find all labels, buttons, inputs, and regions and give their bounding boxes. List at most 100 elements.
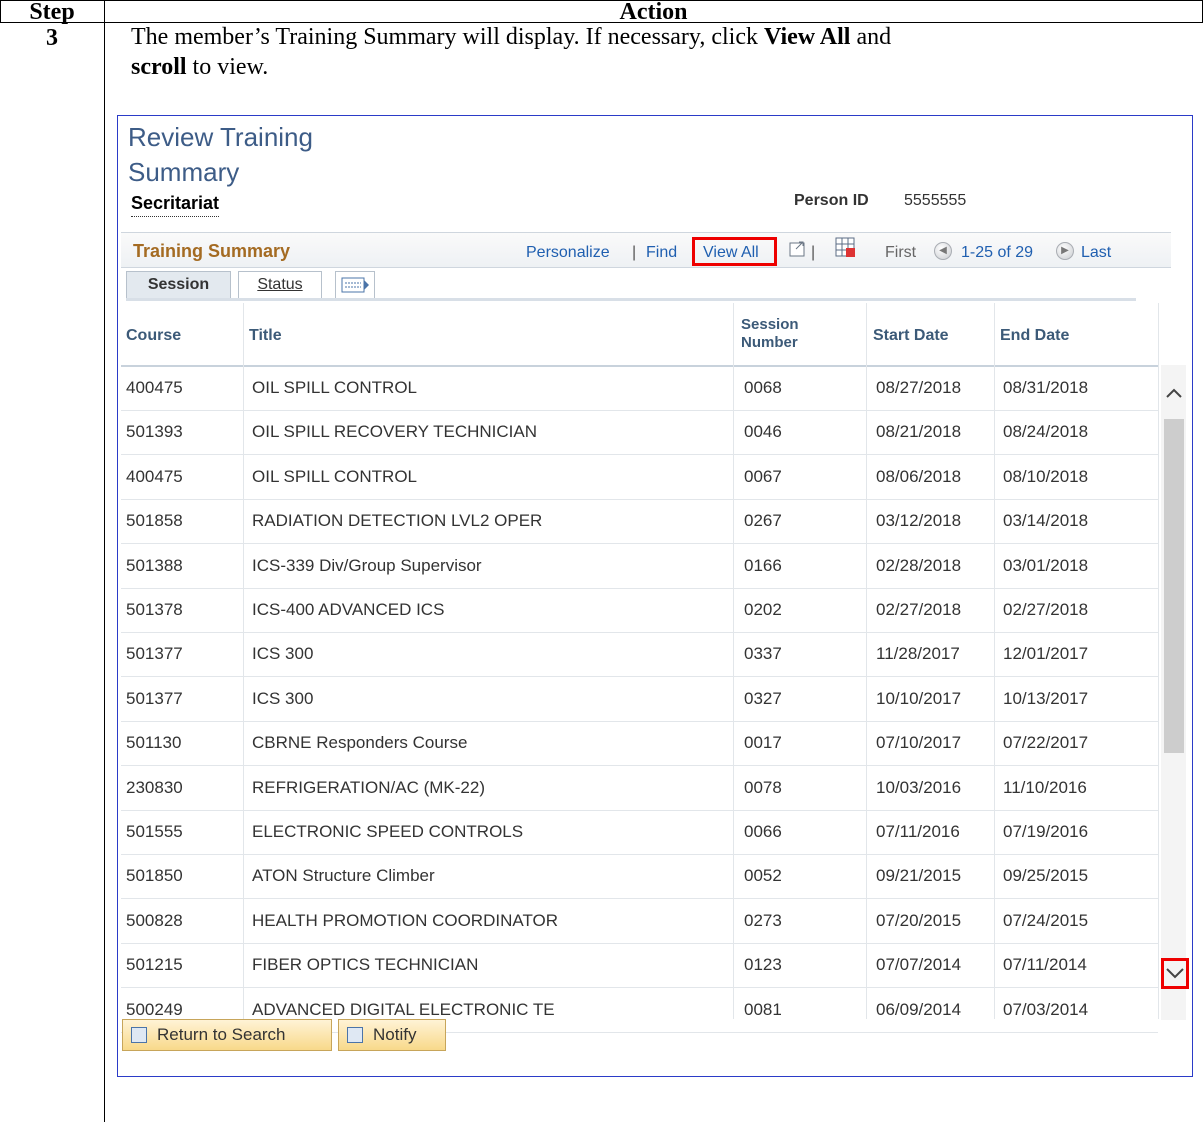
start-date-cell: 09/21/2015 bbox=[876, 866, 962, 886]
page-title-line1: Review Training bbox=[128, 122, 313, 152]
session-cell: 0067 bbox=[744, 466, 782, 486]
table-row: 400475 OIL SPILL CONTROL 0068 08/27/2018 08/… bbox=[121, 366, 1158, 411]
scroll-up-icon[interactable] bbox=[1165, 386, 1183, 400]
step-number: 3 bbox=[46, 25, 58, 51]
session-cell: 0166 bbox=[744, 555, 782, 575]
start-date-cell: 10/10/2017 bbox=[876, 688, 962, 708]
title-cell: ICS-400 ADVANCED ICS bbox=[252, 600, 445, 619]
table-row: 501130 CBRNE Responders Course 0017 07/10/2… bbox=[121, 721, 1158, 767]
notify-label: Notify bbox=[373, 1025, 417, 1044]
title-cell: OIL SPILL RECOVERY TECHNICIAN bbox=[252, 422, 537, 442]
column-end-date[interactable]: End Date bbox=[1000, 327, 1069, 345]
training-summary-screenshot: Review Training Summary Secritariat Perso… bbox=[117, 115, 1193, 1077]
end-date-cell: 07/24/2015 bbox=[1003, 910, 1089, 930]
start-date-cell: 07/10/2017 bbox=[876, 733, 962, 753]
session-cell: 0081 bbox=[744, 999, 782, 1019]
scrollbar-thumb[interactable] bbox=[1164, 419, 1184, 753]
column-session-number-line2: Number bbox=[741, 334, 798, 351]
course-cell: 501388 bbox=[126, 555, 183, 575]
start-date-cell: 07/11/2016 bbox=[876, 822, 960, 841]
title-cell: ICS 300 bbox=[252, 688, 314, 708]
tab-status-label: Status bbox=[257, 276, 303, 293]
person-id-label: Person ID bbox=[794, 192, 869, 209]
title-cell: OIL SPILL CONTROL bbox=[252, 466, 418, 486]
table-row: 501850 ATON Structure Climber 0052 09/21/20… bbox=[121, 854, 1158, 900]
session-cell: 0123 bbox=[744, 955, 782, 975]
end-date-cell: 07/22/2017 bbox=[1003, 733, 1089, 753]
search-icon bbox=[131, 1027, 147, 1043]
end-date-cell: 02/27/2018 bbox=[1003, 600, 1089, 619]
session-cell: 0267 bbox=[744, 511, 782, 531]
previous-icon[interactable]: ◀ bbox=[934, 242, 952, 260]
table-row: 501858 RADIATION DETECTION LVL2 OPER 0267 0… bbox=[121, 499, 1158, 545]
instruction-text: The member’s Training Summary will displ… bbox=[131, 22, 1191, 82]
session-cell: 0066 bbox=[744, 822, 782, 841]
person-name: Secritariat bbox=[131, 193, 220, 217]
last-link[interactable]: Last bbox=[1081, 244, 1111, 262]
download-icon[interactable] bbox=[835, 237, 857, 259]
start-date-cell: 02/28/2018 bbox=[876, 555, 962, 575]
column-course[interactable]: Course bbox=[126, 327, 181, 345]
person-id-value: 5555555 bbox=[904, 192, 967, 209]
instruction-part: The member’s Training Summary will displ… bbox=[131, 24, 764, 50]
tab-session[interactable]: Session bbox=[126, 271, 231, 299]
column-session-number[interactable]: Session Number bbox=[741, 316, 799, 352]
end-date-cell: 03/14/2018 bbox=[1003, 511, 1089, 531]
course-cell: 501377 bbox=[126, 644, 183, 664]
table-row: 501388 ICS-339 Div/Group Supervisor 0166 02… bbox=[121, 544, 1158, 589]
toolbar-separator: | bbox=[811, 244, 816, 261]
end-date-cell: 07/11/2014 bbox=[1003, 955, 1087, 975]
session-cell: 0046 bbox=[744, 422, 782, 442]
session-cell: 0017 bbox=[744, 733, 782, 753]
toolbar-separator: | bbox=[632, 244, 637, 261]
return-to-search-label: Return to Search bbox=[157, 1025, 286, 1044]
page-range: 1-25 of 29 bbox=[961, 244, 1034, 261]
course-cell: 230830 bbox=[126, 777, 183, 797]
end-date-cell: 03/01/2018 bbox=[1003, 555, 1089, 575]
start-date-cell: 03/12/2018 bbox=[876, 511, 962, 531]
scroll-down-highlight[interactable] bbox=[1161, 958, 1189, 989]
instruction-bold-scroll: scroll bbox=[131, 54, 187, 80]
notify-button[interactable]: Notify bbox=[338, 1019, 446, 1051]
course-cell: 500828 bbox=[126, 910, 183, 930]
scroll-down-icon[interactable] bbox=[1165, 966, 1185, 980]
tab-underline bbox=[126, 298, 1136, 301]
course-cell: 501555 bbox=[126, 822, 183, 841]
end-date-cell: 07/19/2016 bbox=[1003, 822, 1089, 841]
find-link[interactable]: Find bbox=[646, 244, 677, 262]
column-title[interactable]: Title bbox=[249, 327, 282, 345]
title-cell: ICS-339 Div/Group Supervisor bbox=[252, 555, 482, 575]
start-date-cell: 06/09/2014 bbox=[876, 999, 962, 1019]
course-cell: 501130 bbox=[126, 733, 182, 753]
session-cell: 0068 bbox=[744, 378, 782, 397]
header-step: Step bbox=[29, 0, 75, 25]
course-cell: 501850 bbox=[126, 866, 183, 886]
session-cell: 0327 bbox=[744, 688, 782, 708]
column-session-number-line1: Session bbox=[741, 316, 799, 333]
end-date-cell: 07/03/2014 bbox=[1003, 999, 1089, 1019]
personalize-link[interactable]: Personalize bbox=[526, 244, 610, 262]
next-icon[interactable]: ▶ bbox=[1056, 242, 1074, 260]
title-cell: ELECTRONIC SPEED CONTROLS bbox=[252, 822, 524, 841]
session-cell: 0337 bbox=[744, 644, 782, 664]
start-date-cell: 07/20/2015 bbox=[876, 910, 962, 930]
title-cell: ADVANCED DIGITAL ELECTRONIC TE bbox=[252, 999, 555, 1019]
title-cell: ATON Structure Climber bbox=[252, 866, 435, 886]
show-all-columns-tab[interactable] bbox=[335, 271, 375, 299]
return-to-search-button[interactable]: Return to Search bbox=[122, 1019, 332, 1051]
end-date-cell: 08/10/2018 bbox=[1003, 466, 1089, 486]
grid-title: Training Summary bbox=[133, 241, 291, 261]
view-all-link[interactable]: View All bbox=[703, 244, 759, 262]
end-date-cell: 08/24/2018 bbox=[1003, 422, 1089, 442]
end-date-cell: 08/31/2018 bbox=[1003, 378, 1089, 397]
column-start-date[interactable]: Start Date bbox=[873, 327, 949, 345]
popup-icon[interactable] bbox=[788, 239, 808, 259]
table-row: 400475 OIL SPILL CONTROL 0067 08/06/2018 08/… bbox=[121, 455, 1158, 500]
first-link[interactable]: First bbox=[885, 244, 916, 262]
title-cell: RADIATION DETECTION LVL2 OPER bbox=[252, 511, 543, 531]
course-cell: 501393 bbox=[126, 422, 183, 442]
title-cell: FIBER OPTICS TECHNICIAN bbox=[252, 955, 479, 975]
tab-status[interactable]: Status bbox=[238, 271, 322, 299]
start-date-cell: 11/28/2017 bbox=[876, 644, 960, 664]
course-cell: 400475 bbox=[126, 378, 183, 397]
